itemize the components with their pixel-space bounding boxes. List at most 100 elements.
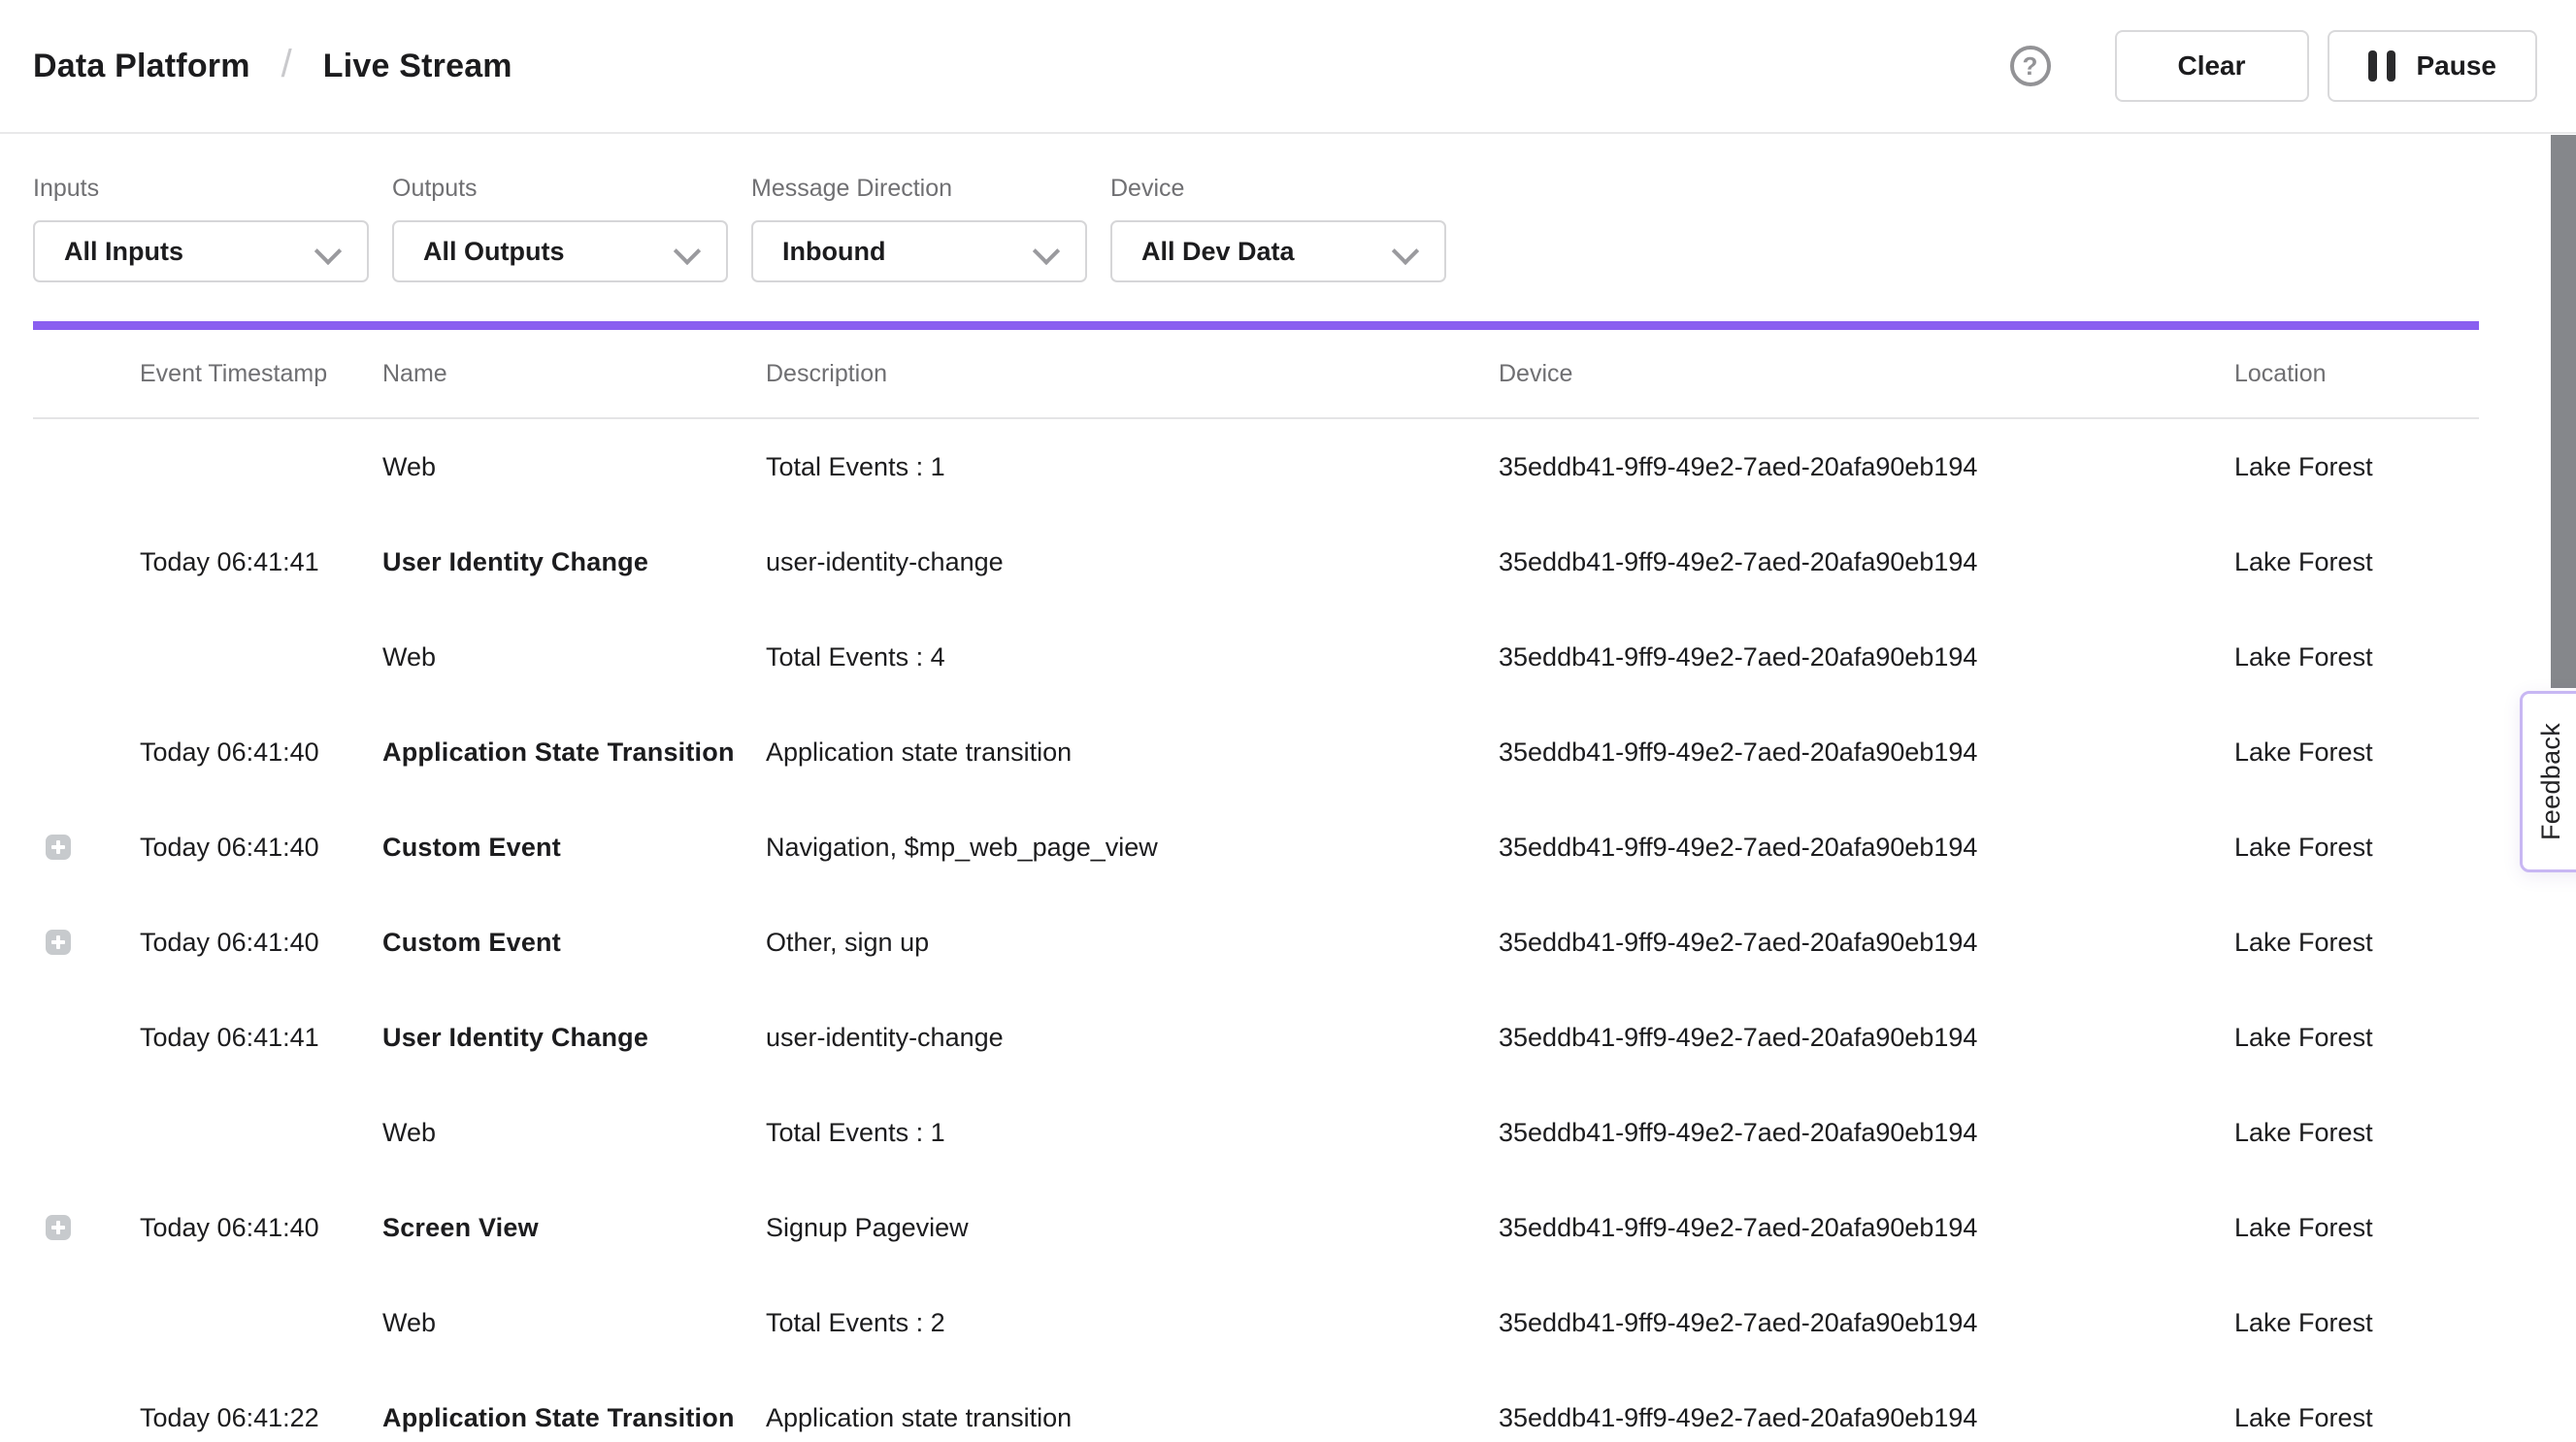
cell-event-timestamp: Today 06:41:40	[105, 928, 382, 958]
cell-name: Application State Transition	[382, 737, 766, 768]
cell-expand	[33, 930, 105, 955]
cell-event-timestamp: Today 06:41:40	[105, 737, 382, 768]
cell-location: Lake Forest	[2234, 928, 2479, 958]
live-stream-page: Data Platform / Live Stream ? Clear Paus…	[0, 0, 2576, 1442]
breadcrumb-item-live-stream: Live Stream	[323, 48, 512, 85]
breadcrumb: Data Platform / Live Stream	[33, 45, 512, 88]
inputs-select[interactable]: All Inputs	[33, 220, 369, 282]
cell-location: Lake Forest	[2234, 1023, 2479, 1053]
outputs-select[interactable]: All Outputs	[392, 220, 728, 282]
device-select[interactable]: All Dev Data	[1110, 220, 1446, 282]
cell-device: 35eddb41-9ff9-49e2-7aed-20afa90eb194	[1499, 1308, 2234, 1338]
cell-description: Navigation, $mp_web_page_view	[766, 833, 1499, 863]
cell-name: Web	[382, 452, 766, 482]
table-row: Today 06:41:40Custom EventOther, sign up…	[33, 895, 2479, 990]
cell-event-timestamp: Today 06:41:41	[105, 1023, 382, 1053]
table-top-accent-bar	[33, 321, 2479, 330]
cell-location: Lake Forest	[2234, 642, 2479, 672]
filter-inputs-label: Inputs	[33, 175, 369, 203]
filter-outputs-label: Outputs	[392, 175, 728, 203]
breadcrumb-item-data-platform[interactable]: Data Platform	[33, 48, 250, 85]
cell-device: 35eddb41-9ff9-49e2-7aed-20afa90eb194	[1499, 547, 2234, 577]
cell-device: 35eddb41-9ff9-49e2-7aed-20afa90eb194	[1499, 833, 2234, 863]
header-location: Location	[2234, 360, 2479, 388]
cell-device: 35eddb41-9ff9-49e2-7aed-20afa90eb194	[1499, 1403, 2234, 1433]
cell-device: 35eddb41-9ff9-49e2-7aed-20afa90eb194	[1499, 1023, 2234, 1053]
cell-device: 35eddb41-9ff9-49e2-7aed-20afa90eb194	[1499, 737, 2234, 768]
filter-message-direction: Message Direction Inbound	[751, 175, 1087, 282]
filter-message-direction-label: Message Direction	[751, 175, 1087, 203]
cell-name: User Identity Change	[382, 547, 766, 577]
cell-event-timestamp: Today 06:41:40	[105, 833, 382, 863]
cell-location: Lake Forest	[2234, 1118, 2479, 1148]
cell-name: Application State Transition	[382, 1403, 766, 1433]
table-row: Today 06:41:40Custom EventNavigation, $m…	[33, 800, 2479, 895]
pause-icon	[2368, 50, 2395, 82]
cell-name: Custom Event	[382, 833, 766, 863]
table-header-row: Event Timestamp Name Description Device …	[33, 330, 2479, 419]
cell-name: Web	[382, 1308, 766, 1338]
cell-location: Lake Forest	[2234, 1213, 2479, 1243]
cell-event-timestamp: Today 06:41:40	[105, 1213, 382, 1243]
filter-device: Device All Dev Data	[1110, 175, 1446, 282]
clear-button[interactable]: Clear	[2115, 30, 2309, 102]
pause-button[interactable]: Pause	[2328, 30, 2538, 102]
header-description: Description	[766, 360, 1499, 388]
cell-device: 35eddb41-9ff9-49e2-7aed-20afa90eb194	[1499, 928, 2234, 958]
filters-bar: Inputs All Inputs Outputs All Outputs Me…	[0, 134, 2576, 282]
table-row: WebTotal Events : 235eddb41-9ff9-49e2-7a…	[33, 1275, 2479, 1370]
inputs-select-value: All Inputs	[64, 237, 183, 267]
cell-location: Lake Forest	[2234, 547, 2479, 577]
chevron-down-icon	[1037, 236, 1058, 257]
cell-description: Total Events : 1	[766, 452, 1499, 482]
header-name: Name	[382, 360, 766, 388]
message-direction-select[interactable]: Inbound	[751, 220, 1087, 282]
feedback-tab[interactable]: Feedback	[2520, 691, 2576, 872]
table-row: Today 06:41:41User Identity Changeuser-i…	[33, 514, 2479, 609]
table-body: WebTotal Events : 135eddb41-9ff9-49e2-7a…	[33, 419, 2479, 1442]
cell-event-timestamp: Today 06:41:22	[105, 1403, 382, 1433]
cell-location: Lake Forest	[2234, 737, 2479, 768]
table-row: Today 06:41:40Application State Transiti…	[33, 705, 2479, 800]
message-direction-select-value: Inbound	[782, 237, 885, 267]
device-select-value: All Dev Data	[1141, 237, 1295, 267]
expand-row-button[interactable]	[46, 835, 71, 860]
filter-device-label: Device	[1110, 175, 1446, 203]
topbar: Data Platform / Live Stream ? Clear Paus…	[0, 0, 2576, 134]
expand-row-button[interactable]	[46, 1215, 71, 1240]
cell-description: Signup Pageview	[766, 1213, 1499, 1243]
outputs-select-value: All Outputs	[423, 237, 564, 267]
feedback-tab-label: Feedback	[2536, 723, 2566, 840]
table-row: Today 06:41:41User Identity Changeuser-i…	[33, 990, 2479, 1085]
cell-event-timestamp: Today 06:41:41	[105, 547, 382, 577]
table-row: WebTotal Events : 135eddb41-9ff9-49e2-7a…	[33, 1085, 2479, 1180]
cell-location: Lake Forest	[2234, 1308, 2479, 1338]
events-table: Event Timestamp Name Description Device …	[33, 330, 2479, 1442]
breadcrumb-separator: /	[281, 43, 292, 86]
topbar-actions: ? Clear Pause	[2010, 30, 2538, 102]
cell-device: 35eddb41-9ff9-49e2-7aed-20afa90eb194	[1499, 642, 2234, 672]
expand-row-button[interactable]	[46, 930, 71, 955]
cell-device: 35eddb41-9ff9-49e2-7aed-20afa90eb194	[1499, 452, 2234, 482]
cell-name: User Identity Change	[382, 1023, 766, 1053]
cell-expand	[33, 1215, 105, 1240]
cell-device: 35eddb41-9ff9-49e2-7aed-20afa90eb194	[1499, 1213, 2234, 1243]
vertical-scrollbar-thumb[interactable]	[2551, 135, 2576, 688]
cell-location: Lake Forest	[2234, 452, 2479, 482]
chevron-down-icon	[318, 236, 340, 257]
help-icon[interactable]: ?	[2010, 46, 2051, 86]
table-row: WebTotal Events : 435eddb41-9ff9-49e2-7a…	[33, 609, 2479, 705]
cell-description: Total Events : 2	[766, 1308, 1499, 1338]
cell-name: Web	[382, 642, 766, 672]
header-event-timestamp: Event Timestamp	[105, 360, 382, 388]
cell-description: Total Events : 4	[766, 642, 1499, 672]
cell-description: user-identity-change	[766, 1023, 1499, 1053]
cell-description: user-identity-change	[766, 547, 1499, 577]
cell-name: Screen View	[382, 1213, 766, 1243]
chevron-down-icon	[1396, 236, 1417, 257]
cell-description: Application state transition	[766, 1403, 1499, 1433]
cell-location: Lake Forest	[2234, 833, 2479, 863]
cell-description: Total Events : 1	[766, 1118, 1499, 1148]
table-row: Today 06:41:40Screen ViewSignup Pageview…	[33, 1180, 2479, 1275]
chevron-down-icon	[677, 236, 699, 257]
